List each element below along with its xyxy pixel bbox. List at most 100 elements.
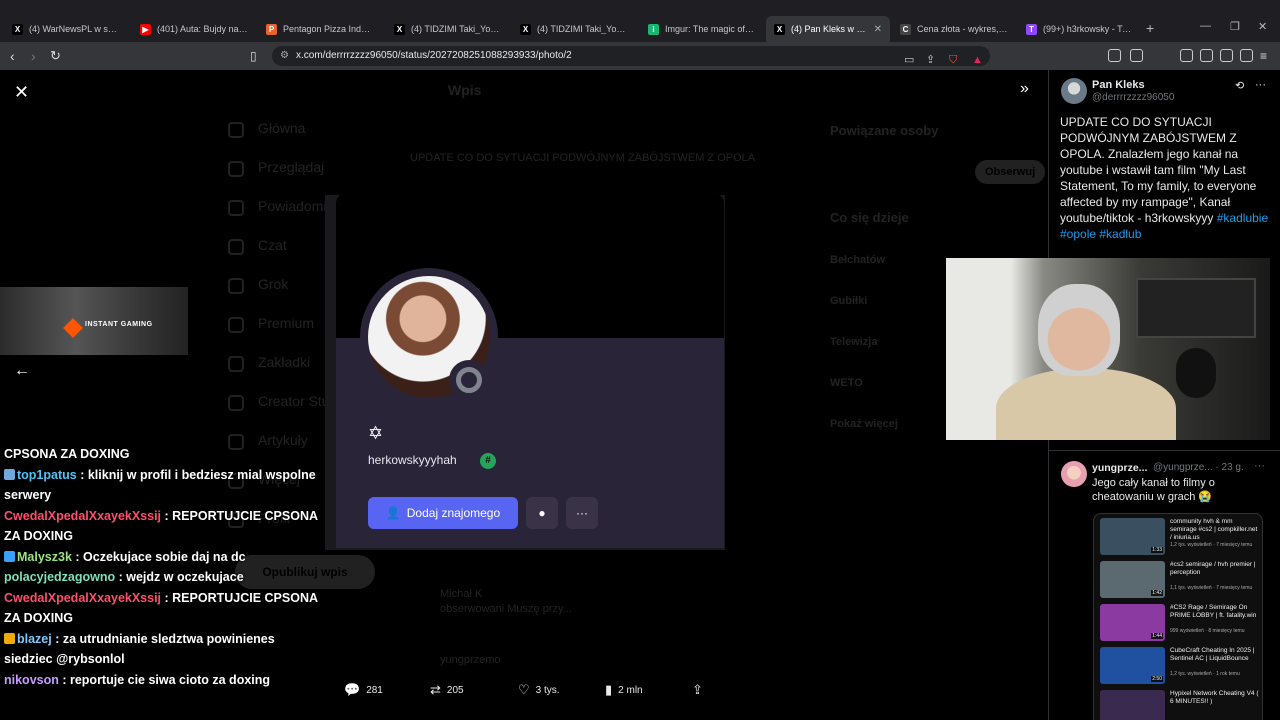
brave-rewards-icon[interactable]: ▲ xyxy=(972,50,983,70)
chat-username[interactable]: nikovson xyxy=(4,673,59,687)
tab-2[interactable]: ▶ (401) Auta: Bujdy na Resorach xyxy=(132,17,256,41)
bg-reply-author-2: yungprzemo xyxy=(440,654,501,666)
sidebar-icon[interactable] xyxy=(228,122,244,138)
vpn-icon[interactable] xyxy=(1240,49,1253,62)
grok-icon[interactable]: ⟲ xyxy=(1235,79,1244,92)
sidebar-item[interactable]: Główna xyxy=(258,120,305,136)
tab-3[interactable]: P Pentagon Pizza Index - Re xyxy=(258,17,382,41)
video-title: #CS2 Rage / Semirage On PRIME LOBBY | ft… xyxy=(1170,604,1257,619)
author-avatar[interactable] xyxy=(1061,78,1087,104)
sidebar-icon[interactable] xyxy=(228,161,244,177)
sidebar-icon[interactable] xyxy=(228,395,244,411)
share-action[interactable]: ⇪ xyxy=(692,682,703,698)
back-icon[interactable]: ‹ xyxy=(10,48,15,64)
video-title: CubeCraft Cheating In 2025 | Sentinel AC… xyxy=(1170,647,1255,662)
sidebar-item[interactable]: Zakładki xyxy=(258,354,310,370)
close-photo-icon[interactable]: ✕ xyxy=(14,82,29,103)
wallet-icon[interactable] xyxy=(1200,49,1213,62)
browser-tab-bar: X (4) WarNewsPL w serwisie ▶ (401) Auta: Bu… xyxy=(0,0,1280,42)
tab-close-icon[interactable]: ✕ xyxy=(874,24,882,35)
expand-panel-icon[interactable]: » xyxy=(1020,80,1029,98)
url-field[interactable]: ⚙ x.com/derrrrzzzz96050/status/202720825… xyxy=(272,46,990,66)
chat-username[interactable]: top1patus xyxy=(17,468,77,482)
add-friend-label: Dodaj znajomego xyxy=(406,506,501,520)
forward-icon[interactable]: › xyxy=(31,48,36,64)
trend-item[interactable]: WETO xyxy=(830,377,863,389)
tweet-text: UPDATE CO DO SYTUACJI PODWÓJNYM ZABÓJSTW… xyxy=(1060,114,1272,242)
share-icon[interactable]: ⇪ xyxy=(926,50,935,70)
close-window-icon[interactable]: ✕ xyxy=(1258,20,1267,33)
chat-username[interactable]: CwedalXpedalXxayekXssij xyxy=(4,509,161,523)
site-info-icon[interactable]: ⚙ xyxy=(280,46,289,66)
brave-shield-icon[interactable]: ⛉ xyxy=(949,50,957,70)
tab-5[interactable]: X (4) TIDZIMI Taki_YouTuber xyxy=(512,17,636,41)
trend-item[interactable]: Pokaż więcej xyxy=(830,418,898,430)
follow-button[interactable]: Obserwuj xyxy=(975,160,1046,184)
video-duration: 1:33 xyxy=(1151,547,1163,553)
reply-action[interactable]: 💬 281 xyxy=(344,682,383,698)
sidebar-item[interactable]: Grok xyxy=(258,276,288,292)
sidebar-item[interactable]: Przeglądaj xyxy=(258,159,324,175)
leo-icon[interactable] xyxy=(1220,49,1233,62)
video-title: community hvh & mm semirage #cs2 | compk… xyxy=(1170,518,1258,541)
chat-username[interactable]: polacyjedzagowno xyxy=(4,570,115,584)
sidebar-icon[interactable] xyxy=(228,239,244,255)
reply-handle[interactable]: @yungprze... · 23 g. xyxy=(1153,462,1244,473)
tab-label: Pentagon Pizza Index - Re xyxy=(283,24,374,34)
previous-photo-icon[interactable]: ← xyxy=(14,362,30,380)
repost-action[interactable]: ⇄ 205 xyxy=(430,682,464,698)
reply-text: Jego cały kanał to filmy o cheatowaniu w… xyxy=(1092,477,1215,503)
streamer-webcam xyxy=(946,258,1270,440)
like-action[interactable]: ♡ 3 tys. xyxy=(518,682,560,698)
trend-item[interactable]: Bełchatów xyxy=(830,254,885,266)
reply-more-icon[interactable]: ··· xyxy=(1254,460,1265,472)
tab-favicon-icon: P xyxy=(266,23,277,35)
chat-message: blazej : za utrudnianie sledztwa powinie… xyxy=(4,629,324,670)
reload-icon[interactable]: ↻ xyxy=(50,48,61,64)
chat-username[interactable]: Malysz3k xyxy=(17,550,72,564)
video-thumbnail xyxy=(1100,690,1165,720)
instant-gaming-ad[interactable]: INSTANT GAMING xyxy=(0,287,188,355)
author-name[interactable]: Pan Kleks xyxy=(1092,79,1145,91)
sidebar-item[interactable]: Premium xyxy=(258,315,314,331)
ad-brand: INSTANT GAMING xyxy=(85,321,153,328)
tab-8[interactable]: C Cena złota - wykres, notow xyxy=(892,17,1016,41)
star-of-david-icon: ✡ xyxy=(368,423,384,443)
video-duration: 2:50 xyxy=(1151,676,1163,682)
trend-item[interactable]: Telewizja xyxy=(830,336,877,348)
trend-item[interactable]: Gubiłki xyxy=(830,295,867,307)
menu-icon[interactable]: ≡ xyxy=(1260,48,1267,64)
chat-text: CPSONA ZA DOXING xyxy=(4,447,130,461)
sidebar-icon[interactable] xyxy=(228,278,244,294)
sidebar-icon[interactable] xyxy=(228,200,244,216)
maximize-icon[interactable]: ❐ xyxy=(1230,20,1240,33)
tab-label: Cena złota - wykres, notow xyxy=(917,24,1008,34)
more-icon[interactable]: ··· xyxy=(1255,79,1266,91)
chat-username[interactable]: blazej xyxy=(17,632,52,646)
extensions-icon[interactable] xyxy=(1108,49,1121,62)
sidebar-icon[interactable] xyxy=(228,317,244,333)
author-handle[interactable]: @derrrrzzzz96050 xyxy=(1092,92,1174,103)
tab-4[interactable]: X (4) TIDZIMI Taki_YouTuber xyxy=(386,17,510,41)
video-duration: 1:44 xyxy=(1151,633,1163,639)
address-bar: ‹ › ↻ ▯ ⚙ x.com/derrrrzzzz96050/status/2… xyxy=(0,42,1280,70)
sidebar-icon[interactable] xyxy=(1180,49,1193,62)
tab-favicon-icon: X xyxy=(394,23,405,35)
chat-username[interactable]: CwedalXpedalXxayekXssij xyxy=(4,591,161,605)
views-action[interactable]: ▮ 2 mln xyxy=(605,682,643,698)
screenshot-icon[interactable] xyxy=(1130,49,1143,62)
bookmark-icon[interactable]: ▯ xyxy=(250,48,257,64)
minimize-icon[interactable]: — xyxy=(1200,20,1211,32)
tab-9[interactable]: T (99+) h3rkowsky - Twitch xyxy=(1018,17,1142,41)
new-tab-button[interactable]: + xyxy=(1146,20,1154,36)
tab-1[interactable]: X (4) WarNewsPL w serwisie xyxy=(4,17,128,41)
cast-icon[interactable]: ▭ xyxy=(904,50,914,70)
tab-7[interactable]: X (4) Pan Kleks w serwisie ✕ xyxy=(766,16,890,42)
tab-6[interactable]: i Imgur: The magic of the In xyxy=(640,17,764,41)
sidebar-item[interactable]: Czat xyxy=(258,237,287,253)
reply-name[interactable]: yungprze... xyxy=(1092,462,1147,474)
sidebar-icon[interactable] xyxy=(228,356,244,372)
youtube-video-item: 1:44 #CS2 Rage / Semirage On PRIME LOBBY … xyxy=(1100,604,1260,642)
video-meta: 1,2 tys. wyświetleń · 1 rok temu xyxy=(1170,671,1240,677)
reply-avatar[interactable] xyxy=(1061,461,1087,487)
